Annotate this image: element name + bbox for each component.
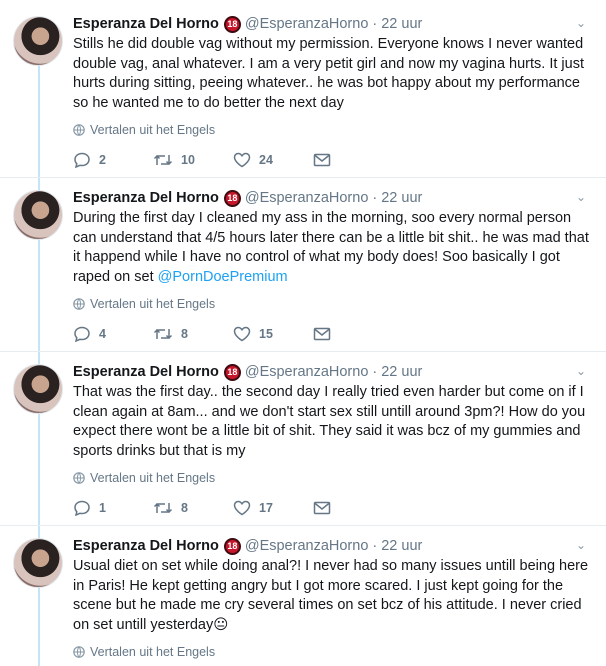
user-handle[interactable]: @EsperanzaHorno (245, 14, 369, 34)
reply-icon (74, 152, 90, 168)
chevron-down-icon[interactable]: ⌄ (576, 16, 586, 30)
like-button[interactable]: 17 (233, 500, 313, 516)
chevron-down-icon[interactable]: ⌄ (576, 190, 586, 204)
tweet[interactable]: Esperanza Del Horno 18 @EsperanzaHorno ·… (0, 526, 606, 666)
display-name[interactable]: Esperanza Del Horno (73, 536, 219, 556)
avatar[interactable] (13, 190, 63, 240)
timestamp[interactable]: 22 uur (381, 14, 422, 34)
user-handle[interactable]: @EsperanzaHorno (245, 362, 369, 382)
display-name[interactable]: Esperanza Del Horno (73, 188, 219, 208)
globe-icon (73, 298, 85, 310)
tweet-header: Esperanza Del Horno 18 @EsperanzaHorno ·… (73, 536, 590, 556)
translate-label: Vertalen uit het Engels (90, 123, 216, 137)
tweet[interactable]: Esperanza Del Horno 18 @EsperanzaHorno ·… (0, 352, 606, 526)
tweet-header: Esperanza Del Horno 18 @EsperanzaHorno ·… (73, 14, 590, 34)
retweet-icon (153, 154, 173, 166)
tweet-header: Esperanza Del Horno 18 @EsperanzaHorno ·… (73, 188, 590, 208)
mention-link[interactable]: @PornDoePremium (158, 269, 288, 285)
age-18-badge-icon: 18 (223, 189, 241, 207)
globe-icon (73, 646, 85, 658)
like-count: 15 (259, 327, 273, 341)
tweet[interactable]: Esperanza Del Horno 18 @EsperanzaHorno ·… (0, 178, 606, 352)
translate-link[interactable]: Vertalen uit het Engels (73, 122, 590, 138)
retweet-button[interactable]: 8 (153, 327, 233, 341)
like-button[interactable]: 24 (233, 152, 313, 168)
reply-icon (74, 500, 90, 516)
tweet-text: During the first day I cleaned my ass in… (73, 210, 589, 285)
heart-icon (233, 152, 251, 168)
translate-label: Vertalen uit het Engels (90, 471, 216, 485)
envelope-icon (313, 501, 331, 515)
translate-link[interactable]: Vertalen uit het Engels (73, 470, 590, 486)
reply-button[interactable]: 2 (73, 152, 153, 168)
retweet-count: 8 (181, 501, 188, 515)
envelope-icon (313, 153, 331, 167)
age-18-badge-icon: 18 (223, 15, 241, 33)
retweet-icon (153, 502, 173, 514)
reply-count: 1 (99, 501, 106, 515)
avatar[interactable] (13, 364, 63, 414)
tweet-header: Esperanza Del Horno 18 @EsperanzaHorno ·… (73, 362, 590, 382)
user-handle[interactable]: @EsperanzaHorno (245, 536, 369, 556)
reply-count: 2 (99, 153, 106, 167)
user-handle[interactable]: @EsperanzaHorno (245, 188, 369, 208)
tweet-actions: 1 8 17 (73, 498, 590, 518)
tweet-actions: 4 8 15 (73, 324, 590, 344)
chevron-down-icon[interactable]: ⌄ (576, 364, 586, 378)
tweet-text: Usual diet on set while doing anal?! I n… (73, 558, 589, 633)
separator-dot: · (372, 16, 378, 32)
reply-button[interactable]: 4 (73, 326, 153, 342)
translate-link[interactable]: Vertalen uit het Engels (73, 644, 590, 660)
reply-icon (74, 326, 90, 342)
tweet-actions: 2 10 24 (73, 150, 590, 170)
direct-message-button[interactable] (313, 501, 343, 515)
translate-label: Vertalen uit het Engels (90, 297, 216, 311)
age-18-badge-icon: 18 (223, 537, 241, 555)
separator-dot: · (372, 538, 378, 554)
separator-dot: · (372, 190, 378, 206)
heart-icon (233, 326, 251, 342)
retweet-count: 8 (181, 327, 188, 341)
reply-button[interactable]: 1 (73, 500, 153, 516)
heart-icon (233, 500, 251, 516)
envelope-icon (313, 327, 331, 341)
tweet[interactable]: Esperanza Del Horno 18 @EsperanzaHorno ·… (0, 0, 606, 178)
tweet-text: Stills he did double vag without my perm… (73, 36, 584, 111)
timestamp[interactable]: 22 uur (381, 362, 422, 382)
translate-link[interactable]: Vertalen uit het Engels (73, 296, 590, 312)
avatar[interactable] (13, 538, 63, 588)
translate-label: Vertalen uit het Engels (90, 645, 216, 659)
retweet-icon (153, 328, 173, 340)
retweet-count: 10 (181, 153, 195, 167)
tweet-text: That was the first day.. the second day … (73, 384, 586, 459)
retweet-button[interactable]: 10 (153, 153, 233, 167)
separator-dot: · (372, 364, 378, 380)
reply-count: 4 (99, 327, 106, 341)
globe-icon (73, 472, 85, 484)
neutral-face-emoji-icon: 😐 (213, 616, 229, 633)
display-name[interactable]: Esperanza Del Horno (73, 14, 219, 34)
retweet-button[interactable]: 8 (153, 501, 233, 515)
chevron-down-icon[interactable]: ⌄ (576, 538, 586, 552)
age-18-badge-icon: 18 (223, 363, 241, 381)
direct-message-button[interactable] (313, 153, 343, 167)
like-count: 24 (259, 153, 273, 167)
globe-icon (73, 124, 85, 136)
timestamp[interactable]: 22 uur (381, 536, 422, 556)
avatar[interactable] (13, 16, 63, 66)
like-button[interactable]: 15 (233, 326, 313, 342)
display-name[interactable]: Esperanza Del Horno (73, 362, 219, 382)
like-count: 17 (259, 501, 273, 515)
direct-message-button[interactable] (313, 327, 343, 341)
timestamp[interactable]: 22 uur (381, 188, 422, 208)
